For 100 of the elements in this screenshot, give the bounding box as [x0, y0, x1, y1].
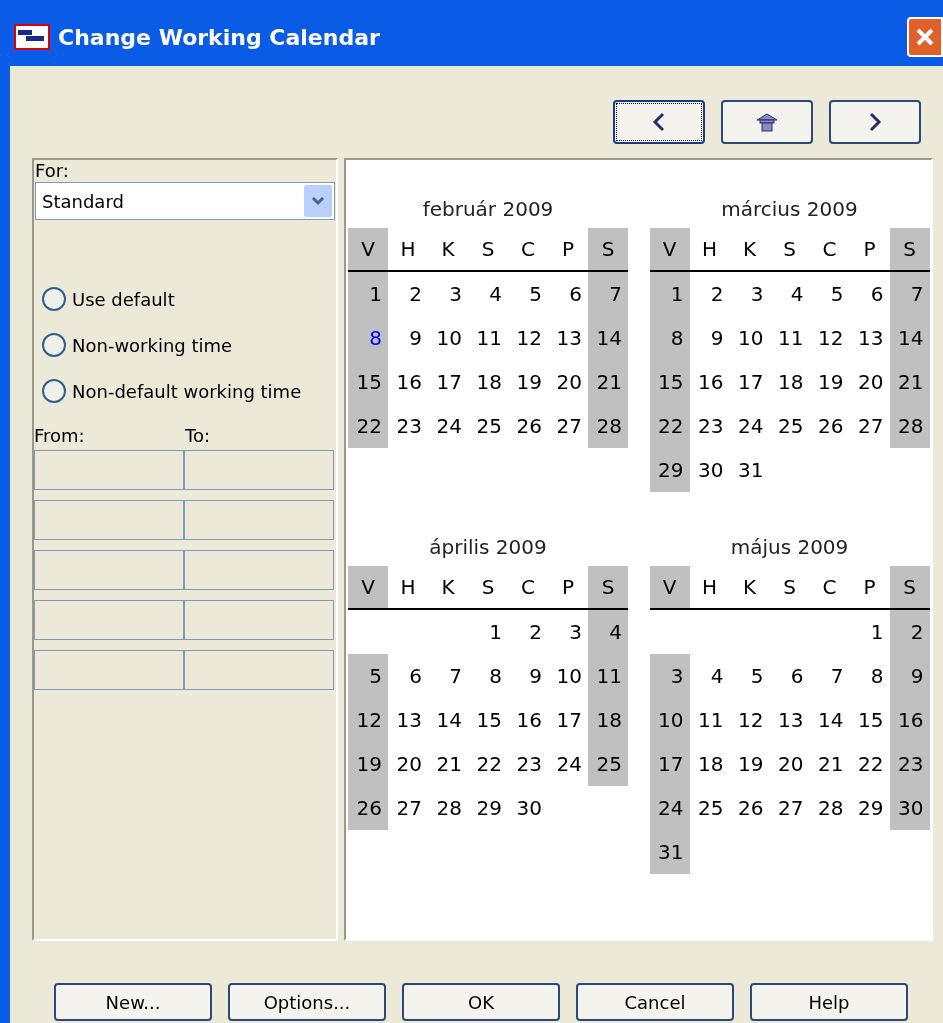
radio-button[interactable]	[42, 333, 66, 357]
day-cell[interactable]: 13	[388, 698, 428, 742]
dialog-button[interactable]: New...	[54, 983, 212, 1021]
day-cell[interactable]: 10	[649, 698, 690, 742]
day-cell[interactable]: 18	[689, 742, 730, 786]
day-cell[interactable]: 27	[548, 404, 588, 448]
day-cell[interactable]: 30	[689, 448, 730, 492]
day-cell[interactable]: 10	[729, 316, 770, 360]
day-cell[interactable]: 23	[689, 404, 730, 448]
day-cell[interactable]: 17	[428, 360, 468, 404]
day-cell[interactable]: 3	[729, 272, 770, 316]
day-cell[interactable]: 19	[348, 742, 388, 786]
day-cell[interactable]: 22	[649, 404, 690, 448]
day-cell[interactable]: 21	[588, 360, 628, 404]
nav-button[interactable]	[829, 100, 921, 144]
day-cell[interactable]: 20	[769, 742, 810, 786]
day-cell[interactable]: 27	[388, 786, 428, 830]
nav-button[interactable]	[613, 100, 705, 144]
day-cell[interactable]: 16	[689, 360, 730, 404]
day-cell[interactable]: 28	[588, 404, 628, 448]
day-cell[interactable]: 15	[849, 698, 890, 742]
day-cell[interactable]: 9	[388, 316, 428, 360]
day-cell[interactable]: 6	[548, 272, 588, 316]
day-cell[interactable]: 20	[849, 360, 890, 404]
day-cell[interactable]: 20	[548, 360, 588, 404]
day-cell[interactable]: 18	[468, 360, 508, 404]
day-cell[interactable]: 14	[809, 698, 850, 742]
day-cell[interactable]: 11	[468, 316, 508, 360]
nav-button[interactable]	[721, 100, 813, 144]
time-field[interactable]	[184, 500, 334, 540]
day-cell[interactable]: 12	[508, 316, 548, 360]
day-cell[interactable]: 2	[388, 272, 428, 316]
day-cell[interactable]: 12	[809, 316, 850, 360]
day-cell[interactable]: 15	[649, 360, 690, 404]
day-cell[interactable]: 17	[649, 742, 690, 786]
day-cell[interactable]: 1	[348, 272, 388, 316]
day-cell[interactable]: 29	[849, 786, 890, 830]
day-cell[interactable]: 21	[428, 742, 468, 786]
day-cell[interactable]: 5	[729, 654, 770, 698]
time-field[interactable]	[34, 500, 184, 540]
dialog-button[interactable]: Help	[750, 983, 908, 1021]
day-cell[interactable]: 9	[689, 316, 730, 360]
day-cell[interactable]: 15	[468, 698, 508, 742]
day-cell[interactable]: 31	[729, 448, 770, 492]
day-cell[interactable]: 22	[468, 742, 508, 786]
day-cell[interactable]: 28	[809, 786, 850, 830]
time-field[interactable]	[34, 650, 184, 690]
day-cell[interactable]: 8	[348, 316, 388, 360]
day-cell[interactable]: 16	[388, 360, 428, 404]
radio-option[interactable]: Non-working time	[42, 332, 336, 358]
day-cell[interactable]: 30	[889, 786, 930, 830]
day-cell[interactable]: 9	[508, 654, 548, 698]
day-cell[interactable]: 27	[769, 786, 810, 830]
day-cell[interactable]: 14	[428, 698, 468, 742]
day-cell[interactable]: 2	[689, 272, 730, 316]
time-field[interactable]	[184, 550, 334, 590]
day-cell[interactable]: 4	[689, 654, 730, 698]
day-cell[interactable]: 23	[388, 404, 428, 448]
radio-option[interactable]: Use default	[42, 286, 336, 312]
time-field[interactable]	[34, 600, 184, 640]
day-cell[interactable]: 7	[588, 272, 628, 316]
day-cell[interactable]: 29	[649, 448, 690, 492]
day-cell[interactable]: 3	[548, 610, 588, 654]
day-cell[interactable]: 16	[508, 698, 548, 742]
day-cell[interactable]: 19	[508, 360, 548, 404]
day-cell[interactable]: 24	[428, 404, 468, 448]
day-cell[interactable]: 7	[889, 272, 930, 316]
day-cell[interactable]: 11	[769, 316, 810, 360]
day-cell[interactable]: 10	[428, 316, 468, 360]
day-cell[interactable]: 24	[548, 742, 588, 786]
day-cell[interactable]: 18	[769, 360, 810, 404]
day-cell[interactable]: 5	[809, 272, 850, 316]
day-cell[interactable]: 8	[649, 316, 690, 360]
day-cell[interactable]: 14	[588, 316, 628, 360]
day-cell[interactable]: 24	[729, 404, 770, 448]
day-cell[interactable]: 6	[849, 272, 890, 316]
day-cell[interactable]: 23	[508, 742, 548, 786]
radio-button[interactable]	[42, 379, 66, 403]
day-cell[interactable]: 12	[729, 698, 770, 742]
day-cell[interactable]: 24	[649, 786, 690, 830]
day-cell[interactable]: 13	[849, 316, 890, 360]
time-field[interactable]	[184, 650, 334, 690]
dialog-button[interactable]: Options...	[228, 983, 386, 1021]
day-cell[interactable]: 8	[849, 654, 890, 698]
day-cell[interactable]: 6	[769, 654, 810, 698]
time-field[interactable]	[184, 600, 334, 640]
day-cell[interactable]: 3	[428, 272, 468, 316]
day-cell[interactable]: 1	[849, 610, 890, 654]
day-cell[interactable]: 5	[508, 272, 548, 316]
radio-option[interactable]: Non-default working time	[42, 378, 336, 404]
day-cell[interactable]: 11	[689, 698, 730, 742]
day-cell[interactable]: 19	[729, 742, 770, 786]
day-cell[interactable]: 8	[468, 654, 508, 698]
dialog-button[interactable]: Cancel	[576, 983, 734, 1021]
day-cell[interactable]: 13	[548, 316, 588, 360]
time-field[interactable]	[184, 450, 334, 490]
day-cell[interactable]: 1	[468, 610, 508, 654]
close-button[interactable]	[907, 17, 943, 57]
day-cell[interactable]: 17	[729, 360, 770, 404]
day-cell[interactable]: 2	[889, 610, 930, 654]
